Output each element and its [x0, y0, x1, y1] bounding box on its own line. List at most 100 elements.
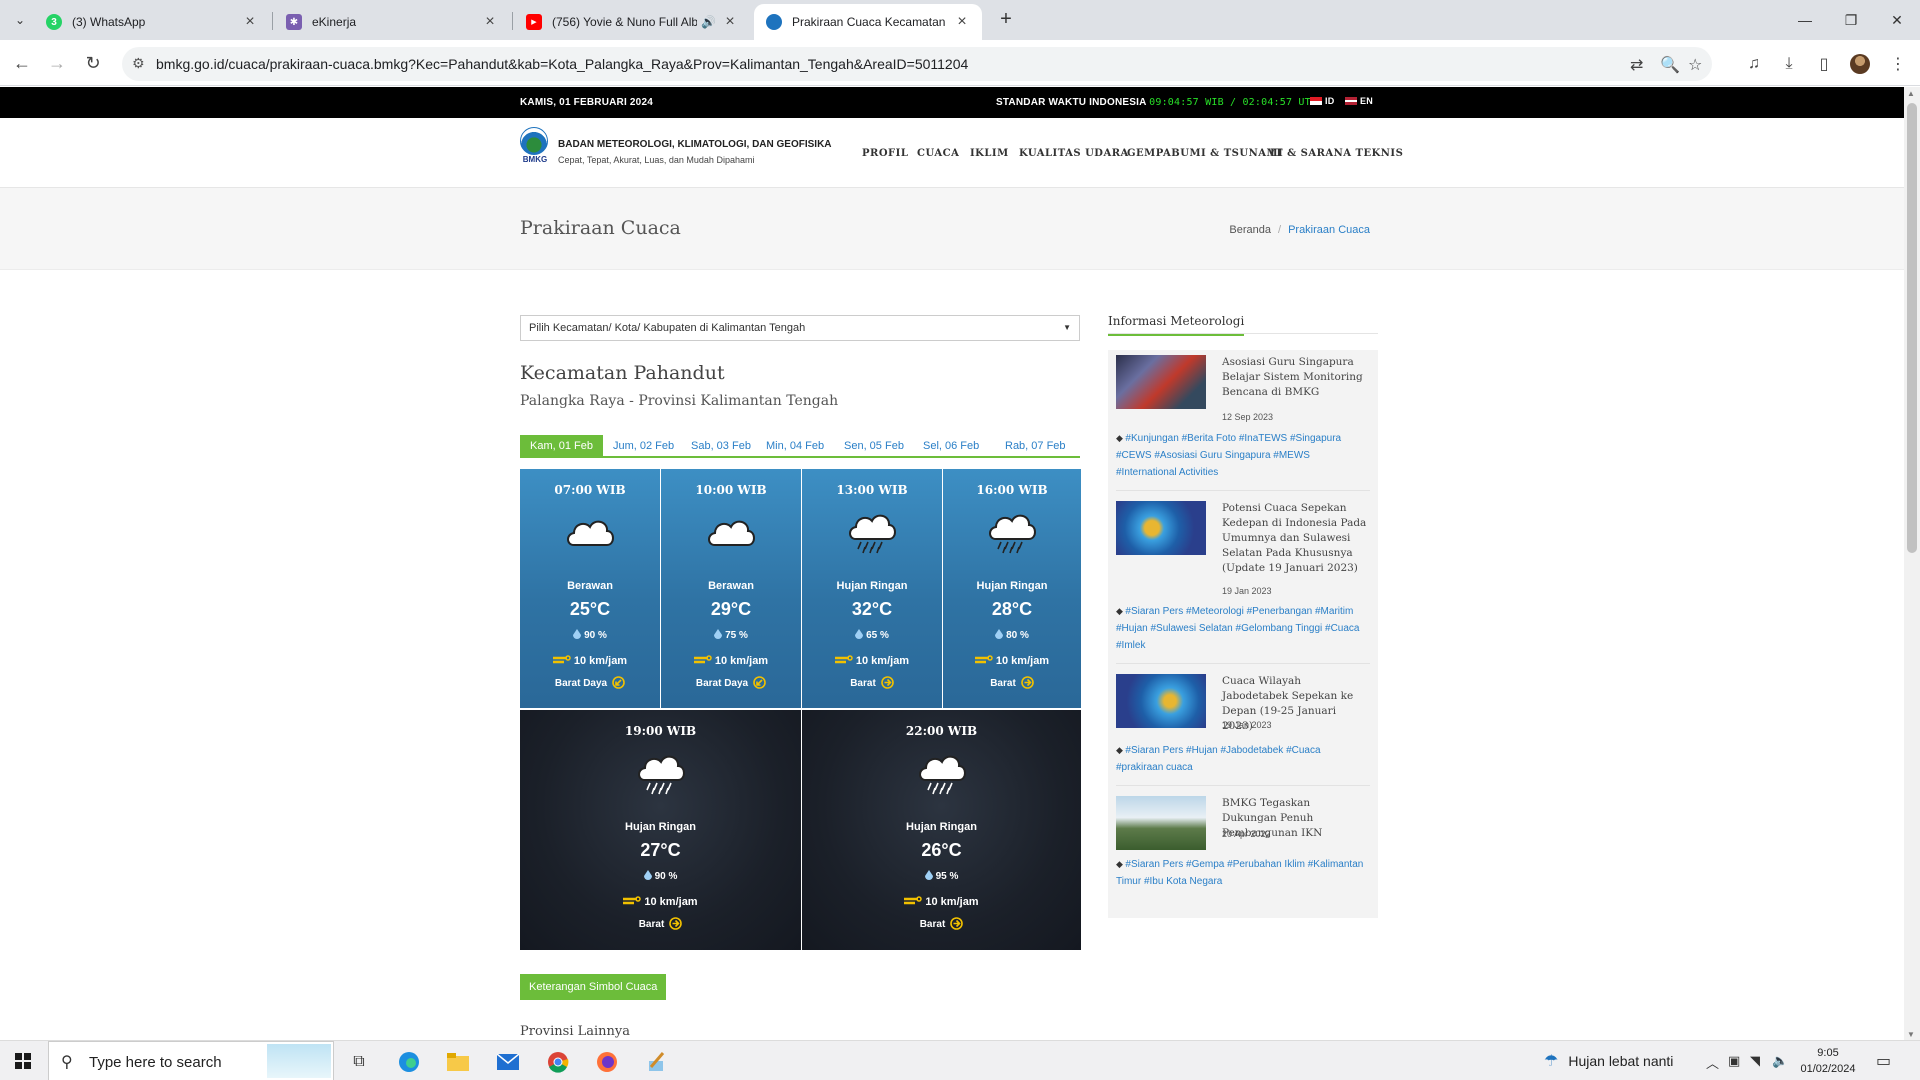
tab-search-button[interactable]: ⌄: [8, 8, 32, 32]
forecast-card: 19:00 WIB Hujan Ringan 27°C 90 % 10 km/j…: [520, 710, 801, 950]
browser-menu-icon[interactable]: ⋮: [1886, 52, 1910, 76]
scroll-up-icon[interactable]: ▲: [1907, 89, 1915, 98]
day-tab-kam[interactable]: Kam, 01 Feb: [520, 435, 603, 456]
day-tab-sen[interactable]: Sen, 05 Feb: [834, 435, 914, 456]
mail-app[interactable]: [488, 1045, 528, 1079]
close-window-button[interactable]: ✕: [1874, 0, 1920, 40]
bmkg-logo[interactable]: BMKG: [520, 127, 550, 165]
news-item[interactable]: BMKG Tegaskan Dukungan Penuh Pembangunan…: [1116, 796, 1370, 908]
edge-app[interactable]: [389, 1045, 429, 1079]
minimize-button[interactable]: —: [1782, 0, 1828, 40]
news-item[interactable]: Potensi Cuaca Sepekan Kedepan di Indones…: [1116, 501, 1370, 664]
close-tab-icon[interactable]: ×: [954, 13, 970, 31]
tab-whatsapp[interactable]: 3 (3) WhatsApp ×: [34, 4, 270, 40]
news-tags[interactable]: ◆ #Kunjungan #Berita Foto #InaTEWS #Sing…: [1116, 430, 1370, 481]
kecamatan-select[interactable]: Pilih Kecamatan/ Kota/ Kabupaten di Kali…: [520, 315, 1080, 341]
news-tags[interactable]: ◆ #Siaran Pers #Hujan #Jabodetabek #Cuac…: [1116, 742, 1370, 776]
restore-button[interactable]: ❐: [1828, 0, 1874, 40]
translate-icon[interactable]: ⇄: [1630, 55, 1643, 75]
day-tab-sel[interactable]: Sel, 06 Feb: [913, 435, 989, 456]
news-thumbnail[interactable]: [1116, 355, 1206, 409]
system-clock[interactable]: 9:05 01/02/2024: [1798, 1045, 1858, 1077]
new-tab-button[interactable]: +: [994, 8, 1018, 32]
tab-ekinerja[interactable]: ✱ eKinerja ×: [274, 4, 510, 40]
kecamatan-title: Kecamatan Pahandut: [520, 362, 725, 384]
news-item[interactable]: Cuaca Wilayah Jabodetabek Sepekan ke Dep…: [1116, 674, 1370, 786]
site-info-icon[interactable]: ⚙: [132, 55, 145, 72]
breadcrumb-home[interactable]: Beranda: [1229, 224, 1271, 236]
page-scrollbar[interactable]: ▲ ▼: [1904, 87, 1920, 1041]
day-tab-jum[interactable]: Jum, 02 Feb: [603, 435, 684, 456]
close-tab-icon[interactable]: ×: [722, 13, 738, 31]
menu-profil[interactable]: PROFIL: [862, 148, 908, 159]
notification-icon[interactable]: ▭: [1876, 1051, 1891, 1071]
forecast-wind-direction: Barat Daya: [661, 676, 801, 689]
network-icon[interactable]: ◥: [1750, 1053, 1760, 1069]
weather-legend-button[interactable]: Keterangan Simbol Cuaca: [520, 974, 667, 1000]
standard-time: STANDAR WAKTU INDONESIA 09:04:57 WIB / 0…: [996, 97, 1318, 108]
menu-it-sarana[interactable]: IT & SARANA TEKNIS: [1270, 148, 1403, 159]
media-control-icon[interactable]: ♫: [1742, 52, 1766, 76]
bmkg-globe-icon: [520, 127, 548, 155]
windows-taskbar: ⚲ Type here to search ⧉ ☂ Hujan lebat nan…: [0, 1040, 1920, 1080]
news-title[interactable]: Asosiasi Guru Singapura Belajar Sistem M…: [1222, 355, 1367, 400]
day-tab-min[interactable]: Min, 04 Feb: [756, 435, 834, 456]
cloudy-icon: [708, 520, 755, 546]
start-button[interactable]: [0, 1041, 46, 1080]
volume-icon[interactable]: 🔈: [1772, 1053, 1788, 1069]
task-view-button[interactable]: ⧉: [339, 1045, 379, 1079]
forecast-grid: 07:00 WIB Berawan 25°C 90 % 10 km/jam Ba…: [520, 469, 1081, 950]
west-arrow-icon: [1020, 676, 1034, 689]
menu-kualitas-udara[interactable]: KUALITAS UDARA: [1019, 148, 1129, 159]
firefox-app[interactable]: [587, 1045, 627, 1079]
close-tab-icon[interactable]: ×: [242, 13, 258, 31]
chrome-app[interactable]: [538, 1045, 578, 1079]
meet-now-icon[interactable]: ▣: [1728, 1053, 1740, 1069]
youtube-icon: ▶: [526, 14, 542, 30]
paint-app[interactable]: [636, 1045, 676, 1079]
news-item[interactable]: Asosiasi Guru Singapura Belajar Sistem M…: [1116, 355, 1370, 491]
restore-icon: ❐: [1844, 11, 1858, 28]
day-tab-sab[interactable]: Sab, 03 Feb: [681, 435, 761, 456]
forecast-card: 16:00 WIB Hujan Ringan 28°C 80 % 10 km/j…: [943, 469, 1081, 708]
reload-button[interactable]: ↻: [78, 48, 108, 78]
news-thumbnail[interactable]: [1116, 796, 1206, 850]
taskbar-search[interactable]: ⚲ Type here to search: [48, 1041, 334, 1080]
news-title[interactable]: Potensi Cuaca Sepekan Kedepan di Indones…: [1222, 501, 1367, 576]
windows-logo-icon: [15, 1053, 31, 1069]
speaker-icon[interactable]: 🔊: [701, 15, 716, 29]
forward-button[interactable]: →: [42, 48, 72, 78]
menu-cuaca[interactable]: CUACA: [917, 148, 959, 159]
southwest-arrow-icon: [612, 676, 625, 689]
forecast-wind-direction: Barat: [802, 676, 942, 689]
news-tags[interactable]: ◆ #Siaran Pers #Gempa #Perubahan Iklim #…: [1116, 856, 1370, 890]
bookmark-star-icon[interactable]: ☆: [1688, 55, 1702, 75]
weather-widget[interactable]: ☂ Hujan lebat nanti: [1544, 1051, 1673, 1071]
side-panel-icon[interactable]: ▯: [1812, 52, 1836, 76]
menu-iklim[interactable]: IKLIM: [970, 148, 1009, 159]
lang-en-link[interactable]: EN: [1345, 96, 1373, 106]
scroll-down-icon[interactable]: ▼: [1907, 1030, 1915, 1039]
tray-chevron-up-icon[interactable]: ︿: [1706, 1053, 1719, 1072]
news-thumbnail[interactable]: [1116, 674, 1206, 728]
menu-gempabumi[interactable]: GEMPABUMI & TSUNAMI: [1127, 148, 1283, 159]
scrollbar-thumb[interactable]: [1907, 103, 1917, 553]
download-icon[interactable]: ⤓: [1777, 52, 1801, 76]
current-date: KAMIS, 01 FEBRUARI 2024: [520, 97, 653, 108]
lang-id-link[interactable]: ID: [1310, 96, 1334, 106]
news-tags[interactable]: ◆ #Siaran Pers #Meteorologi #Penerbangan…: [1116, 603, 1370, 654]
tab-bmkg[interactable]: Prakiraan Cuaca Kecamatan Pahandut ×: [754, 4, 982, 40]
news-thumbnail[interactable]: [1116, 501, 1206, 555]
file-explorer-app[interactable]: [438, 1045, 478, 1079]
day-tab-rab[interactable]: Rab, 07 Feb: [995, 435, 1076, 456]
tab-youtube[interactable]: ▶ (756) Yovie & Nuno Full Album 🔊 ×: [514, 4, 750, 40]
forecast-card: 13:00 WIB Hujan Ringan 32°C 65 % 10 km/j…: [802, 469, 942, 708]
profile-avatar[interactable]: [1850, 54, 1870, 74]
mail-icon: [497, 1054, 519, 1070]
zoom-icon[interactable]: 🔍: [1660, 55, 1680, 75]
breadcrumb-current[interactable]: Prakiraan Cuaca: [1288, 224, 1370, 236]
back-button[interactable]: ←: [7, 48, 37, 78]
address-bar[interactable]: ⚙ bmkg.go.id/cuaca/prakiraan-cuaca.bmkg?…: [122, 47, 1712, 81]
forecast-wind-speed: 10 km/jam: [520, 896, 801, 908]
close-tab-icon[interactable]: ×: [482, 13, 498, 31]
